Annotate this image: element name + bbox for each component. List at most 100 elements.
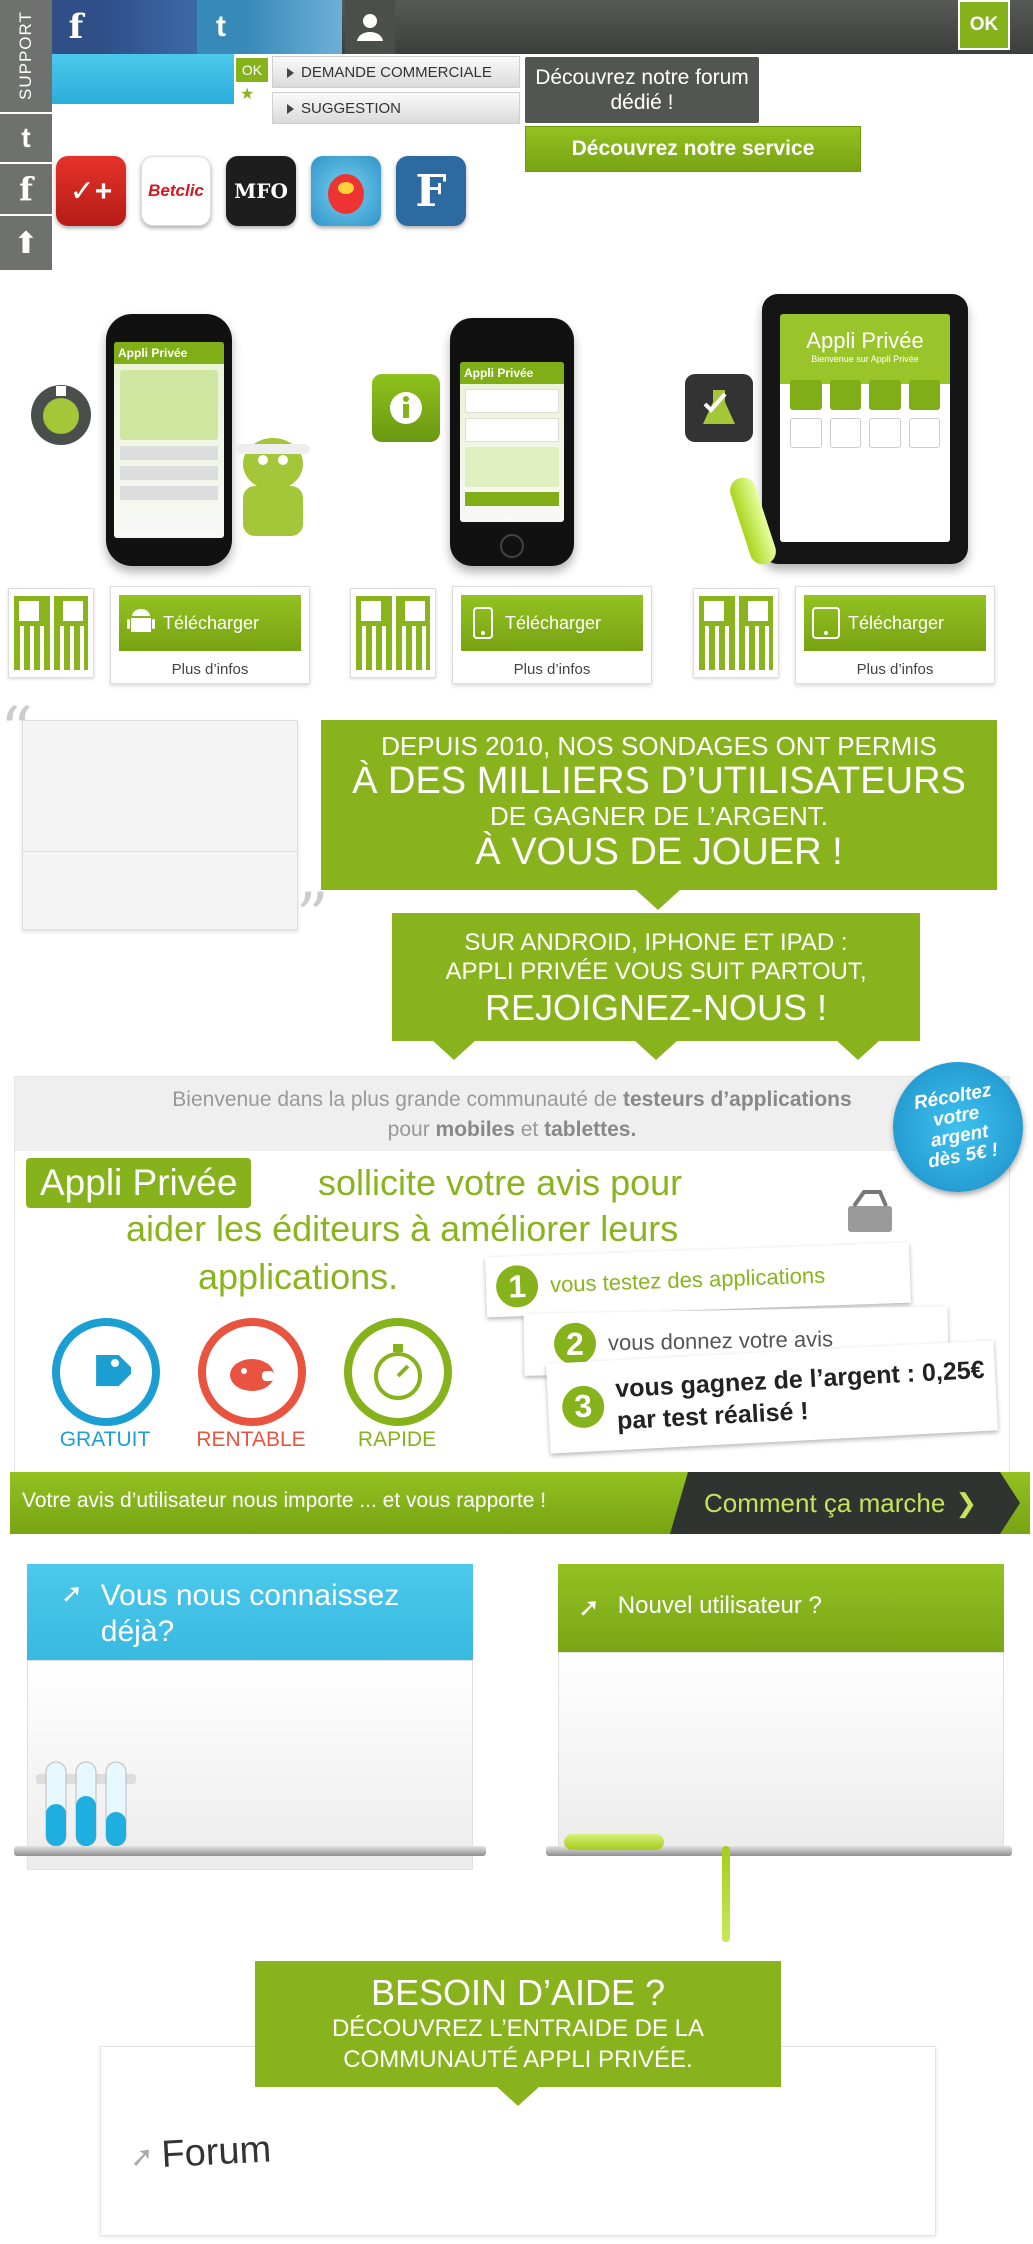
iphone-screen-title: Appli Privée [460, 362, 564, 384]
service-button[interactable]: Découvrez notre service [525, 126, 861, 172]
arrow-icon: ➚ [129, 2140, 155, 2173]
android-phone: Appli Privée [106, 314, 232, 566]
green-tube-icon [564, 1834, 664, 1850]
platforms-pointer-right [836, 1040, 880, 1060]
lab-flask-icon [685, 374, 753, 442]
star-icon: ★ [240, 86, 255, 103]
ipad-app-title: Appli Privée [806, 328, 924, 353]
step-number: 3 [561, 1384, 606, 1429]
chevron-right-icon: ❯ [955, 1487, 978, 1518]
twitter-side-icon[interactable]: t [0, 112, 52, 162]
download-label: Télécharger [848, 612, 945, 633]
existing-user-shelf [14, 1846, 486, 1856]
how-it-works-button[interactable]: Comment ça marche ❯ [670, 1472, 1020, 1534]
info-app-icon [372, 374, 440, 442]
slogan-line-3: applications. [198, 1256, 399, 1297]
forum-label: Forum [160, 2128, 273, 2177]
ipad: Appli Privée Bienvenue sur Appli Privée [762, 294, 968, 564]
stats-banner: DEPUIS 2010, NOS SONDAGES ONT PERMIS À D… [321, 720, 997, 890]
ribbon-text: Votre avis d’utilisateur nous importe ..… [22, 1489, 547, 1512]
intro-highlight-testers: testeurs d’applications [622, 1088, 852, 1111]
support-tab[interactable]: SUPPORT [0, 0, 52, 112]
android-robot-icon [228, 424, 318, 559]
ipad-more-info-link[interactable]: Plus d’infos [796, 655, 994, 683]
piggy-bank-icon [198, 1318, 306, 1426]
ipad-qr-code [693, 588, 779, 678]
arrow-icon: ➚ [578, 1592, 600, 1622]
android-download-button[interactable]: Télécharger [119, 595, 301, 651]
iphone-download-box: Télécharger Plus d’infos [452, 586, 652, 684]
twitter-icon[interactable]: t [197, 0, 245, 54]
android-download-box: Télécharger Plus d’infos [110, 586, 310, 684]
phone-screen-title: Appli Privée [114, 342, 224, 364]
iphone-qr-code [350, 588, 436, 678]
banner-pointer [636, 890, 680, 910]
android-mascot-icon [26, 380, 96, 455]
close-quote-icon: ” [296, 880, 329, 954]
facebook-side-icon[interactable]: f [0, 162, 52, 214]
intro-text: et [520, 1118, 539, 1141]
android-more-info-link[interactable]: Plus d’infos [111, 655, 309, 683]
iphone: Appli Privée [450, 318, 574, 566]
stopwatch-icon [344, 1318, 452, 1426]
badge-text: Récoltez votre argent dès 5€ ! [912, 1079, 1000, 1173]
new-user-panel [558, 1652, 1004, 1848]
arrow-icon: ➚ [61, 1578, 83, 1608]
existing-user-title: Vous nous connaissez déjà? [100, 1579, 400, 1648]
help-line-1: DÉCOUVREZ L’ENTRAIDE DE LA [331, 2014, 705, 2042]
slogan-line-2: aider les éditeurs à améliorer leurs [126, 1208, 679, 1249]
banner-line-1: DEPUIS 2010, NOS SONDAGES ONT PERMIS [381, 731, 937, 761]
new-user-header[interactable]: ➚ Nouvel utilisateur ? [558, 1564, 1004, 1652]
mfo-energy-icon[interactable]: MFO [226, 156, 296, 226]
demande-commerciale-link[interactable]: DEMANDE COMMERCIALE [272, 56, 520, 88]
platforms-pointer-center [634, 1040, 678, 1060]
download-label: Télécharger [163, 612, 260, 633]
ipad-download-button[interactable]: Télécharger [804, 595, 986, 651]
betclic-icon[interactable]: Betclic [141, 156, 211, 226]
green-drip [722, 1846, 730, 1942]
twitter-share-button[interactable] [245, 0, 342, 54]
facebook-icon[interactable]: f [52, 0, 100, 54]
ipad-download-box: Télécharger Plus d’infos [795, 586, 995, 684]
top-ok-button[interactable]: OK [958, 0, 1010, 50]
test-tubes-icon [34, 1756, 138, 1857]
banner-line-4: À VOUS DE JOUER ! [475, 830, 843, 873]
contact-ok-button[interactable]: OK [236, 58, 268, 82]
intro-highlight-tablets: tablettes. [544, 1118, 637, 1141]
help-line-2: COMMUNAUTÉ APPLI PRIVÉE. [343, 2045, 693, 2073]
step-text: vous testez des applications [549, 1262, 826, 1298]
contact-input[interactable] [52, 54, 234, 104]
smartphone-icon [461, 607, 505, 639]
nike-plus-icon[interactable]: ✓+ [56, 156, 126, 226]
step-number: 1 [495, 1264, 539, 1309]
user-icon[interactable] [345, 0, 395, 54]
new-user-title: Nouvel utilisateur ? [617, 1592, 822, 1619]
forum-link[interactable]: ➚ Forum [129, 2128, 272, 2178]
feature-rapide-label: RAPIDE [357, 1428, 437, 1451]
suggestion-link[interactable]: SUGGESTION [272, 92, 520, 124]
welcome-intro: Bienvenue dans la plus grande communauté… [15, 1077, 1009, 1151]
forum-promo-button[interactable]: Découvrez notre forum dédié ! [525, 57, 759, 123]
scroll-up-icon[interactable]: ⬆ [0, 214, 52, 270]
tag-icon [52, 1318, 160, 1426]
iphone-download-button[interactable]: Télécharger [461, 595, 643, 651]
android-icon [119, 608, 163, 638]
intro-text: pour [387, 1118, 430, 1141]
slogan-line-1: sollicite votre avis pour [318, 1162, 683, 1203]
platforms-line-3: REJOIGNEZ-NOUS ! [484, 986, 828, 1028]
platforms-pointer-left [432, 1040, 476, 1060]
easter-game-icon[interactable] [311, 156, 381, 226]
help-banner: BESOIN D’AIDE ? DÉCOUVREZ L’ENTRAIDE DE … [255, 1961, 781, 2087]
intro-highlight-mobiles: mobiles [435, 1118, 515, 1141]
platforms-banner: SUR ANDROID, IPHONE ET IPAD : APPLI PRIV… [392, 913, 920, 1041]
figaro-icon[interactable]: F [396, 156, 466, 226]
tablet-icon [804, 607, 848, 639]
intro-text: Bienvenue dans la plus grande communauté… [172, 1088, 618, 1111]
iphone-more-info-link[interactable]: Plus d’infos [453, 655, 651, 683]
existing-user-header[interactable]: ➚ Vous nous connaissez déjà? [27, 1564, 473, 1660]
help-pointer [496, 2086, 540, 2106]
testimonial-box [22, 720, 298, 930]
facebook-share-button[interactable] [100, 0, 197, 54]
how-it-works-label: Comment ça marche [704, 1487, 946, 1518]
download-label: Télécharger [505, 612, 602, 633]
